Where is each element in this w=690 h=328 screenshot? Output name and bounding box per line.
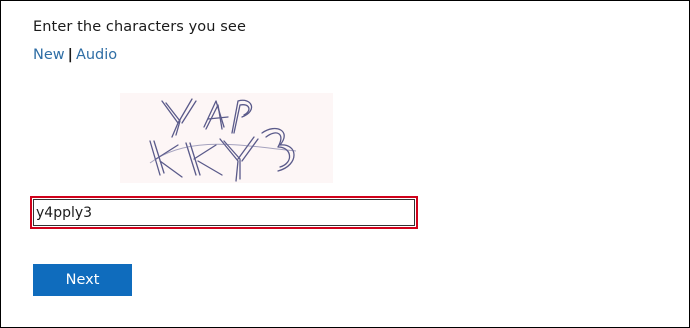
- captcha-graphic: [149, 98, 297, 182]
- new-captcha-link[interactable]: New: [33, 47, 65, 63]
- next-button[interactable]: Next: [33, 264, 132, 296]
- captcha-input[interactable]: [33, 199, 415, 226]
- captcha-prompt: Enter the characters you see: [33, 19, 246, 35]
- audio-captcha-link[interactable]: Audio: [76, 47, 117, 63]
- captcha-input-highlight: [30, 196, 418, 229]
- link-separator: |: [67, 47, 73, 63]
- dialog-frame: Enter the characters you see New|Audio: [0, 0, 690, 328]
- captcha-image: Y4P KKY3: [120, 93, 333, 183]
- captcha-options: New | Audio: [33, 47, 117, 63]
